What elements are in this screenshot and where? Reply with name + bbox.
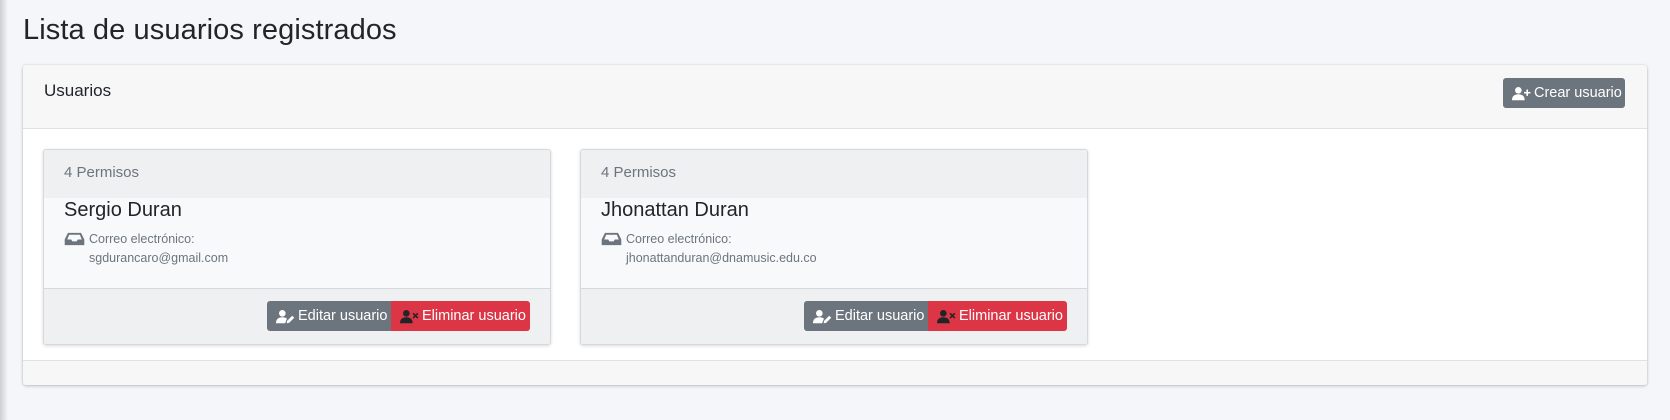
user-card: 4 Permisos Jhonattan Duran Correo electr… <box>580 149 1088 345</box>
sidebar-edge-shadow <box>0 0 8 420</box>
card-footer: Editar usuario Eliminar usuario <box>581 288 1087 344</box>
permissions-count: 4 Permisos <box>601 164 677 181</box>
user-times-icon <box>937 309 956 323</box>
delete-user-label: Eliminar usuario <box>422 308 526 324</box>
user-name: Sergio Duran <box>64 199 182 221</box>
edit-user-button[interactable]: Editar usuario <box>267 301 391 331</box>
user-name: Jhonattan Duran <box>601 199 749 221</box>
permissions-count: 4 Permisos <box>64 164 140 181</box>
email-value: sgdurancaro@gmail.com <box>89 251 229 265</box>
page-title: Lista de usuarios registrados <box>23 14 397 46</box>
user-card: 4 Permisos Sergio Duran Correo electróni… <box>43 149 551 345</box>
delete-user-label: Eliminar usuario <box>959 308 1063 324</box>
email-value: jhonattanduran@dnamusic.edu.co <box>626 251 817 265</box>
delete-user-button[interactable]: Eliminar usuario <box>391 301 530 331</box>
user-plus-icon <box>1512 86 1531 100</box>
user-edit-icon <box>813 309 832 323</box>
email-label: Correo electrónico: <box>89 232 195 246</box>
card-header: 4 Permisos <box>581 150 1087 198</box>
edit-user-label: Editar usuario <box>298 308 388 324</box>
edit-user-label: Editar usuario <box>835 308 925 324</box>
panel-footer <box>23 360 1647 385</box>
users-panel: Usuarios Crear usuario 4 Permisos Sergio… <box>23 65 1647 385</box>
edit-user-button[interactable]: Editar usuario <box>804 301 928 331</box>
user-times-icon <box>400 309 419 323</box>
inbox-icon <box>64 232 85 246</box>
panel-header: Usuarios Crear usuario <box>23 65 1647 129</box>
inbox-icon <box>601 232 622 246</box>
card-footer: Editar usuario Eliminar usuario <box>44 288 550 344</box>
user-edit-icon <box>276 309 295 323</box>
card-header: 4 Permisos <box>44 150 550 198</box>
panel-title: Usuarios <box>44 81 112 100</box>
create-user-label: Crear usuario <box>1534 85 1622 101</box>
email-label: Correo electrónico: <box>626 232 732 246</box>
create-user-button[interactable]: Crear usuario <box>1503 78 1625 108</box>
delete-user-button[interactable]: Eliminar usuario <box>928 301 1067 331</box>
